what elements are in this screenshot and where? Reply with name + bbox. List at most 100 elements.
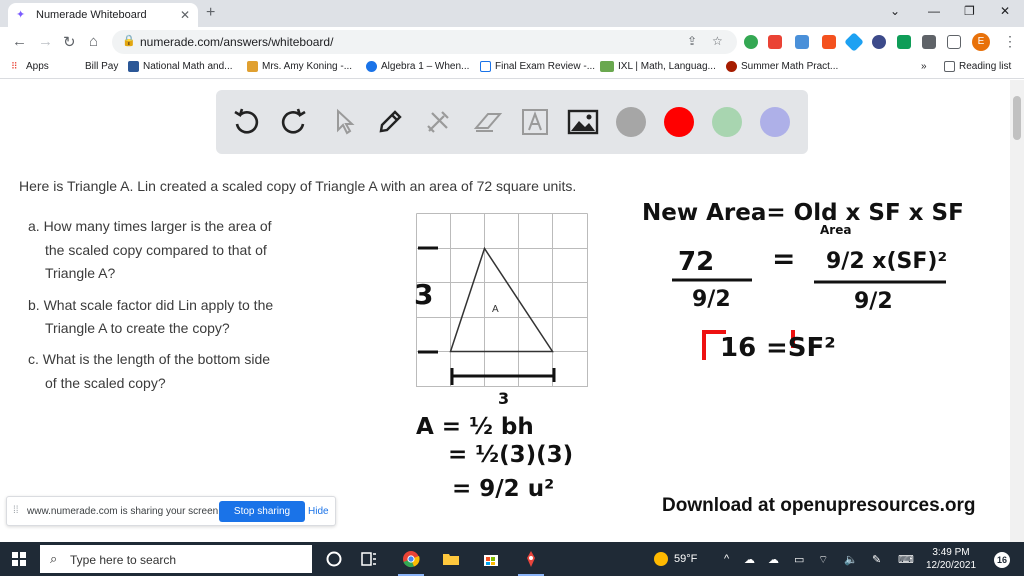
- color-swatch-purple[interactable]: [760, 107, 790, 137]
- extension-camera-icon[interactable]: [795, 35, 809, 49]
- color-swatch-green[interactable]: [712, 107, 742, 137]
- pointer-icon[interactable]: [328, 106, 360, 138]
- color-swatch-red[interactable]: [664, 107, 694, 137]
- new-tab-button[interactable]: +: [206, 4, 215, 22]
- base-label: 3: [498, 389, 509, 408]
- bookmark-star-icon[interactable]: ☆: [712, 34, 723, 48]
- root-line-right: =SF²: [766, 333, 836, 363]
- browser-menu-icon[interactable]: ⋮: [1003, 33, 1017, 50]
- file-explorer-icon[interactable]: [442, 550, 460, 568]
- reload-button[interactable]: ↻: [63, 33, 76, 51]
- bookmark-apps[interactable]: ⠿ Apps: [11, 61, 49, 72]
- clock-time: 3:49 PM: [932, 547, 970, 558]
- share-icon[interactable]: ⇪: [687, 34, 697, 48]
- forward-button[interactable]: →: [38, 33, 53, 50]
- root-line-left: 16: [720, 333, 756, 363]
- undo-icon[interactable]: [230, 106, 262, 138]
- keyboard-icon[interactable]: ⌨: [898, 553, 914, 566]
- bookmark-label: Bill Pay: [85, 61, 119, 72]
- taskbar-search-box[interactable]: ⌕ Type here to search: [40, 545, 312, 573]
- color-swatch-gray[interactable]: [616, 107, 646, 137]
- task-view-icon[interactable]: [360, 550, 378, 568]
- windows-start-icon[interactable]: [12, 552, 26, 566]
- scrollbar-thumb[interactable]: [1013, 96, 1021, 140]
- minimize-button[interactable]: —: [928, 4, 940, 18]
- weather-widget[interactable]: 59°F: [654, 552, 697, 566]
- area-formula-line-2: = ½(3)(3): [448, 442, 573, 468]
- home-button[interactable]: ⌂: [89, 33, 98, 50]
- pen-icon[interactable]: [374, 106, 406, 138]
- hide-button[interactable]: Hide: [308, 506, 329, 517]
- close-window-button[interactable]: ✕: [1000, 4, 1010, 18]
- tools-icon[interactable]: [422, 106, 454, 138]
- network-icon[interactable]: ⌔: [818, 553, 828, 567]
- bookmark-algebra-1[interactable]: Algebra 1 – When...: [366, 61, 469, 72]
- cast-icon[interactable]: [947, 35, 961, 49]
- close-tab-icon[interactable]: ✕: [180, 8, 190, 22]
- show-hidden-icons-button[interactable]: ^: [724, 553, 729, 565]
- tab-title: Numerade Whiteboard: [36, 9, 147, 21]
- text-icon[interactable]: [519, 106, 551, 138]
- address-bar[interactable]: 🔒 numerade.com/answers/whiteboard/ ⇪ ☆: [112, 30, 737, 54]
- restore-button[interactable]: ❐: [964, 4, 975, 18]
- extension-flag-icon[interactable]: [822, 35, 836, 49]
- bookmark-final-exam-review[interactable]: Final Exam Review -...: [480, 61, 595, 72]
- tab-numerade-whiteboard[interactable]: ✦ Numerade Whiteboard ✕: [8, 3, 198, 27]
- bookmark-label: IXL | Math, Languag...: [618, 61, 716, 72]
- bookmark-ixl[interactable]: IXL | Math, Languag...: [600, 61, 716, 72]
- tab-strip: ✦ Numerade Whiteboard ✕ + ⌄ — ❐ ✕: [0, 0, 1024, 27]
- stop-sharing-button[interactable]: Stop sharing: [219, 501, 305, 522]
- question-a-line-2: the scaled copy compared to that of: [45, 242, 267, 258]
- battery-icon[interactable]: ▭: [794, 553, 804, 566]
- chrome-icon[interactable]: [402, 550, 420, 568]
- onedrive-icon[interactable]: ☁: [744, 553, 755, 566]
- reading-list-button[interactable]: Reading list: [944, 61, 1011, 72]
- bookmark-icon: [726, 61, 737, 72]
- profile-avatar[interactable]: E: [972, 33, 990, 51]
- area-word: Area: [820, 223, 851, 237]
- bookmark-summer-math[interactable]: Summer Math Pract...: [726, 61, 838, 72]
- back-button[interactable]: ←: [12, 33, 27, 50]
- pen-workspace-icon[interactable]: ✎: [872, 553, 881, 566]
- extension-check-icon[interactable]: [897, 35, 911, 49]
- bookmarks-overflow-button[interactable]: »: [921, 61, 927, 72]
- extension-arrows-icon[interactable]: [768, 35, 782, 49]
- question-c-line-1: c. What is the length of the bottom side: [28, 351, 271, 367]
- share-message: www.numerade.com is sharing your screen.: [27, 506, 221, 517]
- reading-list-icon: [944, 61, 955, 72]
- bookmark-bill-pay[interactable]: Bill Pay: [70, 61, 118, 72]
- bookmark-mrs-amy-koning[interactable]: Mrs. Amy Koning -...: [247, 61, 352, 72]
- whiteboard-toolbar: [216, 90, 808, 154]
- store-icon[interactable]: [482, 550, 500, 568]
- temperature: 59°F: [674, 553, 698, 565]
- windows-taskbar: ⌕ Type here to search 59°F ^ ☁ ☁ ▭ ⌔ 🔈 ✎…: [0, 542, 1024, 576]
- bookmark-label: Final Exam Review -...: [495, 61, 596, 72]
- bookmarks-bar: ⠿ Apps Bill Pay National Math and... Mrs…: [0, 57, 1024, 79]
- question-a-line-1: a. How many times larger is the area of: [28, 218, 272, 234]
- eraser-icon[interactable]: [472, 106, 504, 138]
- drag-handle-icon[interactable]: ⁞⁞: [13, 505, 19, 516]
- tab-search-chevron-icon[interactable]: ⌄: [890, 4, 900, 18]
- equation-equals: =: [772, 242, 795, 275]
- bookmark-label: Apps: [26, 61, 49, 72]
- dropbox-icon[interactable]: ☁: [768, 553, 779, 566]
- extension-plus-icon[interactable]: [744, 35, 758, 49]
- scrollbar[interactable]: [1010, 80, 1024, 542]
- extension-k-icon[interactable]: [872, 35, 886, 49]
- extensions-puzzle-icon[interactable]: [922, 35, 936, 49]
- bookmark-icon: [600, 61, 614, 72]
- search-placeholder: Type here to search: [70, 553, 177, 567]
- question-a-line-3: Triangle A?: [45, 265, 116, 281]
- cortana-icon[interactable]: [325, 550, 343, 568]
- bookmark-national-math[interactable]: National Math and...: [128, 61, 233, 72]
- image-icon[interactable]: [567, 106, 599, 138]
- notification-badge[interactable]: 16: [994, 552, 1010, 568]
- numerade-favicon-icon: ✦: [16, 9, 26, 21]
- question-c-line-2: of the scaled copy?: [45, 375, 166, 391]
- app-pinned-icon[interactable]: [522, 550, 540, 568]
- taskbar-clock[interactable]: 3:49 PM 12/20/2021: [920, 546, 982, 572]
- volume-icon[interactable]: 🔈: [844, 553, 858, 566]
- new-area-formula: New Area= Old x SF x SF: [642, 200, 964, 226]
- apps-grid-icon: ⠿: [11, 61, 18, 71]
- redo-icon[interactable]: [278, 106, 310, 138]
